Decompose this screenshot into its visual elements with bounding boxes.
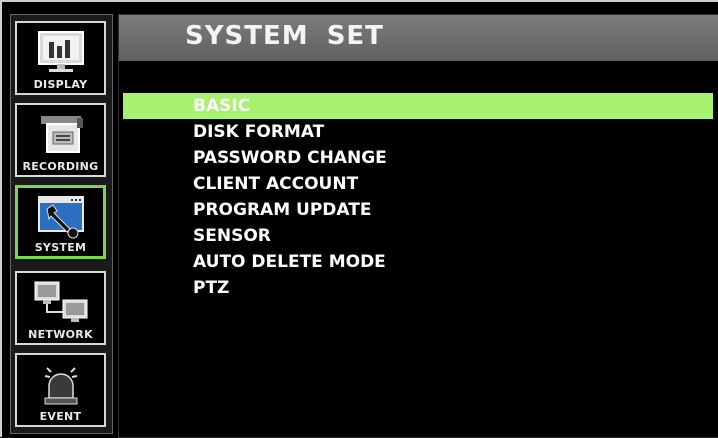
system-set-panel: SYSTEM SET BASIC DISK FORMAT PASSWORD CH… [118,14,718,438]
siren-icon [17,360,104,410]
sidebar: DISPLAY RECORDING SYSTEM NETWORK EVENT [10,14,113,434]
menu-item-ptz[interactable]: PTZ [119,275,718,301]
network-icon [17,278,104,328]
camera-icon [17,110,104,160]
menu-item-client-account[interactable]: CLIENT ACCOUNT [119,171,718,197]
sidebar-item-event[interactable]: EVENT [15,353,106,427]
sidebar-item-recording[interactable]: RECORDING [15,103,106,177]
display-icon [17,28,104,78]
sidebar-item-label: NETWORK [28,328,93,341]
sidebar-item-system[interactable]: SYSTEM [15,185,106,259]
menu-item-disk-format[interactable]: DISK FORMAT [119,119,718,145]
system-menu: BASIC DISK FORMAT PASSWORD CHANGE CLIENT… [119,93,718,301]
wrench-icon [18,193,103,243]
menu-item-auto-delete-mode[interactable]: AUTO DELETE MODE [119,249,718,275]
menu-item-program-update[interactable]: PROGRAM UPDATE [119,197,718,223]
sidebar-item-label: EVENT [39,410,82,423]
sidebar-item-label: SYSTEM [34,241,87,254]
menu-item-password-change[interactable]: PASSWORD CHANGE [119,145,718,171]
dvr-window: DISPLAY RECORDING SYSTEM NETWORK EVENT S… [0,0,718,438]
menu-item-sensor[interactable]: SENSOR [119,223,718,249]
sidebar-item-label: DISPLAY [33,78,88,91]
title-bar: SYSTEM SET [119,15,718,61]
menu-item-basic[interactable]: BASIC [123,93,713,119]
sidebar-item-network[interactable]: NETWORK [15,271,106,345]
sidebar-item-display[interactable]: DISPLAY [15,21,106,95]
sidebar-item-label: RECORDING [22,160,99,173]
page-title: SYSTEM SET [185,21,384,51]
